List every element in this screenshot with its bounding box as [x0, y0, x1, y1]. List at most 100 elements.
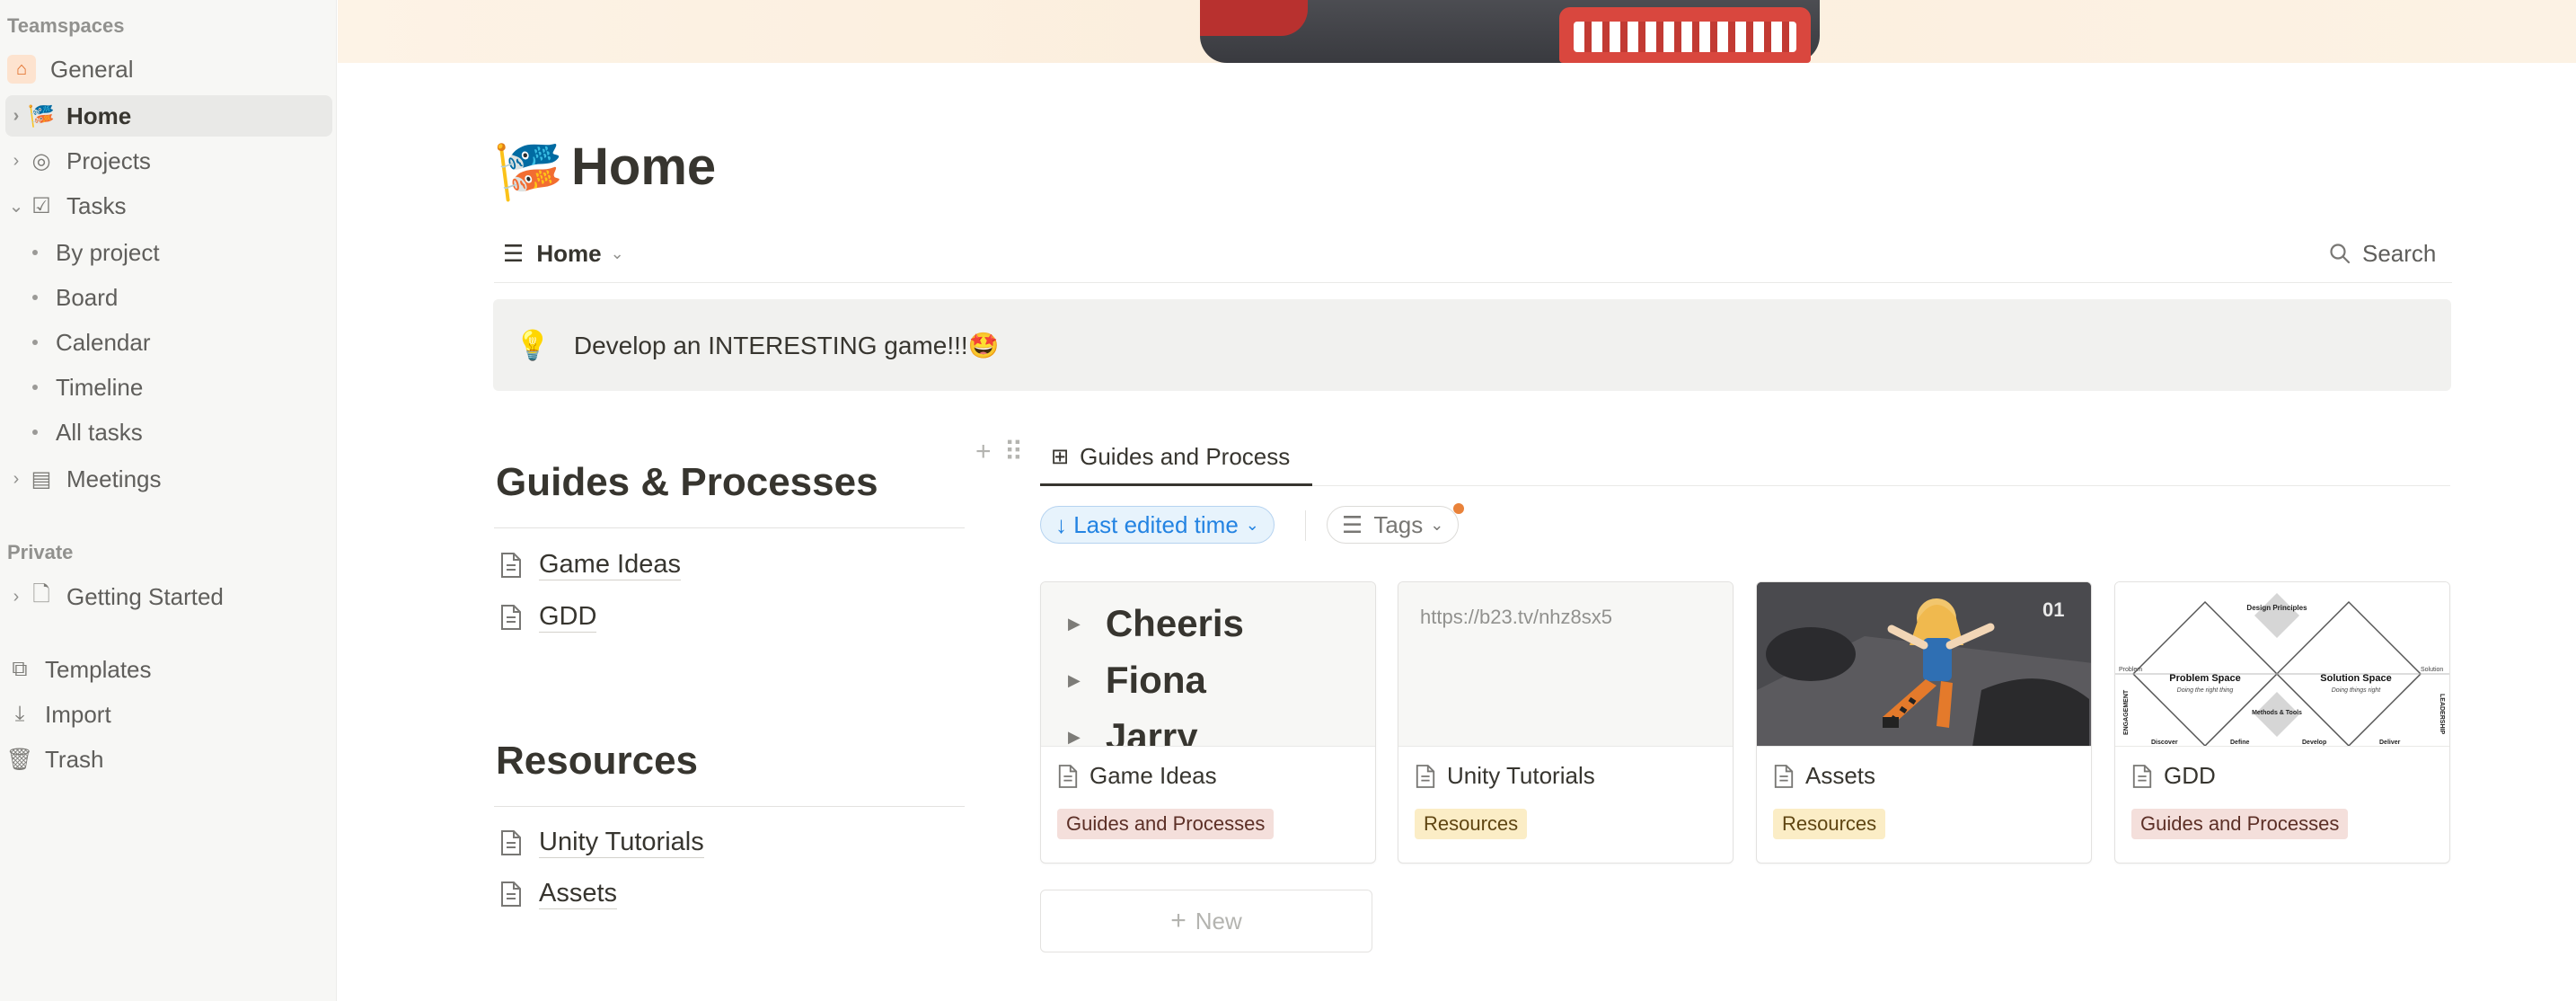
sidebar-subitem-board[interactable]: Board	[32, 277, 118, 318]
sidebar-item-tasks[interactable]: ⌄ ☑ Tasks	[5, 185, 332, 226]
database-view-tab[interactable]: ⊞ Guides and Process	[1051, 437, 1290, 476]
target-icon: ◎	[31, 148, 51, 173]
sidebar-item-home[interactable]: › 🎏 Home	[5, 95, 332, 137]
page-link-gdd[interactable]: GDD	[499, 598, 597, 637]
page-link-assets[interactable]: Assets	[499, 874, 618, 914]
new-card-button[interactable]: + New	[1040, 890, 1372, 952]
sidebar-item-import[interactable]: ⤓ Import	[5, 694, 332, 735]
bullet-icon	[32, 385, 38, 390]
chevron-right-icon[interactable]: ›	[5, 587, 27, 607]
active-tab-indicator	[1040, 483, 1312, 486]
sidebar-item-getting-started[interactable]: › 🗋 Getting Started	[5, 576, 332, 617]
tag-badge: Guides and Processes	[2131, 809, 2349, 839]
sidebar: Teamspaces ⌂ General › 🎏 Home › ◎ Projec…	[0, 0, 337, 1001]
sort-filter-pill[interactable]: ↓ Last edited time ⌄	[1040, 506, 1275, 544]
svg-text:Methods & Tools: Methods & Tools	[2252, 710, 2302, 716]
gallery-icon: ⊞	[1051, 444, 1070, 469]
database-view-label: Guides and Process	[1080, 442, 1291, 470]
guides-heading: Guides & Processes	[496, 460, 878, 504]
drag-handle-icon[interactable]: ⠿	[1004, 437, 1024, 468]
sidebar-item-label: Home	[66, 102, 132, 129]
chevron-right-icon[interactable]: ›	[5, 106, 27, 127]
teamspaces-label: Teamspaces	[7, 14, 125, 37]
svg-text:ENGAGEMENT: ENGAGEMENT	[2123, 689, 2130, 735]
resources-heading: Resources	[496, 739, 699, 783]
card-title: Assets	[1773, 762, 1875, 790]
toggle-item: ▶ Jarry	[1068, 715, 1198, 747]
sidebar-subitem-timeline[interactable]: Timeline	[32, 367, 143, 408]
toggle-item: ▶ Fiona	[1068, 659, 1206, 701]
chevron-down-icon: ⌄	[610, 244, 624, 262]
tag-badge: Guides and Processes	[1057, 809, 1275, 839]
toggle-item: ▶ Cheeris	[1068, 602, 1244, 644]
page-icon	[1774, 764, 1794, 788]
chevron-right-icon[interactable]: ›	[5, 469, 27, 490]
private-label: Private	[7, 541, 74, 563]
page-icon	[2132, 764, 2152, 788]
sidebar-subitem-calendar[interactable]: Calendar	[32, 322, 151, 363]
chevron-down-icon[interactable]: ⌄	[5, 195, 27, 217]
page-emoji-icon[interactable]: 🎏	[494, 139, 563, 205]
plus-icon[interactable]: +	[975, 437, 992, 468]
card-title: GDD	[2131, 762, 2216, 790]
page-icon	[501, 881, 521, 907]
svg-text:Problem Space: Problem Space	[2169, 673, 2240, 684]
sidebar-item-label: Projects	[66, 146, 151, 174]
notification-dot	[1453, 503, 1464, 514]
tags-filter-pill[interactable]: ☰ Tags ⌄	[1327, 506, 1460, 544]
sidebar-item-label: Templates	[45, 655, 152, 683]
anime-character-image: 01	[1757, 582, 2091, 747]
trash-icon: 🗑	[5, 747, 34, 772]
gallery-card-gdd[interactable]: Design Principles Problem Space Doing th…	[2114, 581, 2450, 864]
page-icon	[1416, 764, 1435, 788]
chevron-right-icon[interactable]: ›	[5, 151, 27, 172]
gallery-card-game-ideas[interactable]: ▶ Cheeris ▶ Fiona ▶ Jarry Game Ideas Guides…	[1040, 581, 1376, 864]
sidebar-item-meetings[interactable]: › ▤ Meetings	[5, 458, 332, 500]
block-tools: + ⠿	[975, 437, 1024, 468]
callout-text: Develop an INTERESTING game!!!🤩	[573, 331, 1000, 359]
divider	[494, 282, 2452, 283]
sidebar-item-label: General	[50, 55, 134, 83]
bullet-icon	[32, 295, 38, 300]
bookmark-url: https://b23.tv/nhz8sx5	[1420, 606, 1613, 628]
cover-image[interactable]	[338, 0, 2576, 63]
triangle-right-icon: ▶	[1068, 670, 1081, 689]
sidebar-subitem-all-tasks[interactable]: All tasks	[32, 412, 143, 453]
svg-text:Define: Define	[2230, 740, 2250, 746]
lightbulb-icon: 💡	[515, 329, 551, 361]
gallery-card-unity-tutorials[interactable]: https://b23.tv/nhz8sx5 Unity Tutorials R…	[1398, 581, 1734, 864]
divider	[1305, 510, 1306, 541]
card-title: Unity Tutorials	[1415, 762, 1595, 790]
svg-text:Discover: Discover	[2151, 740, 2178, 746]
sidebar-item-templates[interactable]: ⧉ Templates	[5, 649, 332, 690]
sidebar-item-trash[interactable]: 🗑 Trash	[5, 739, 332, 780]
triangle-right-icon: ▶	[1068, 614, 1081, 633]
sidebar-item-label: Trash	[45, 745, 104, 773]
page-link-unity-tutorials[interactable]: Unity Tutorials	[499, 823, 704, 863]
callout[interactable]: 💡 Develop an INTERESTING game!!!🤩	[493, 299, 2451, 391]
carp-streamer-icon: 🎏	[28, 103, 55, 128]
sidebar-subitem-by-project[interactable]: By project	[32, 232, 160, 273]
search-button[interactable]: Search	[2328, 235, 2436, 271]
svg-text:Deliver: Deliver	[2379, 740, 2401, 746]
download-icon: ⤓	[14, 702, 25, 726]
home-icon: ⌂	[7, 55, 36, 84]
gallery-card-assets[interactable]: 01 Assets Resources	[1756, 581, 2092, 864]
bullet-icon	[32, 340, 38, 345]
card-preview: https://b23.tv/nhz8sx5	[1398, 582, 1733, 747]
page-title[interactable]: Home	[571, 137, 716, 197]
plus-icon: +	[1170, 906, 1187, 935]
list-icon: ☰	[503, 239, 525, 267]
sidebar-item-general[interactable]: ⌂ General	[5, 49, 332, 90]
double-diamond-diagram: Design Principles Problem Space Doing th…	[2115, 582, 2449, 747]
svg-text:Design Principles: Design Principles	[2246, 604, 2307, 612]
page-icon	[501, 830, 521, 855]
search-label: Search	[2362, 239, 2437, 267]
view-selector[interactable]: ☰ Home ⌄	[503, 235, 624, 271]
svg-text:Solution: Solution	[2421, 667, 2443, 673]
page-link-game-ideas[interactable]: Game Ideas	[499, 545, 681, 585]
document-list-icon: ▤	[31, 466, 52, 492]
robot-illustration	[1200, 0, 1820, 63]
bullet-icon	[32, 250, 38, 255]
sidebar-item-projects[interactable]: › ◎ Projects	[5, 140, 332, 182]
